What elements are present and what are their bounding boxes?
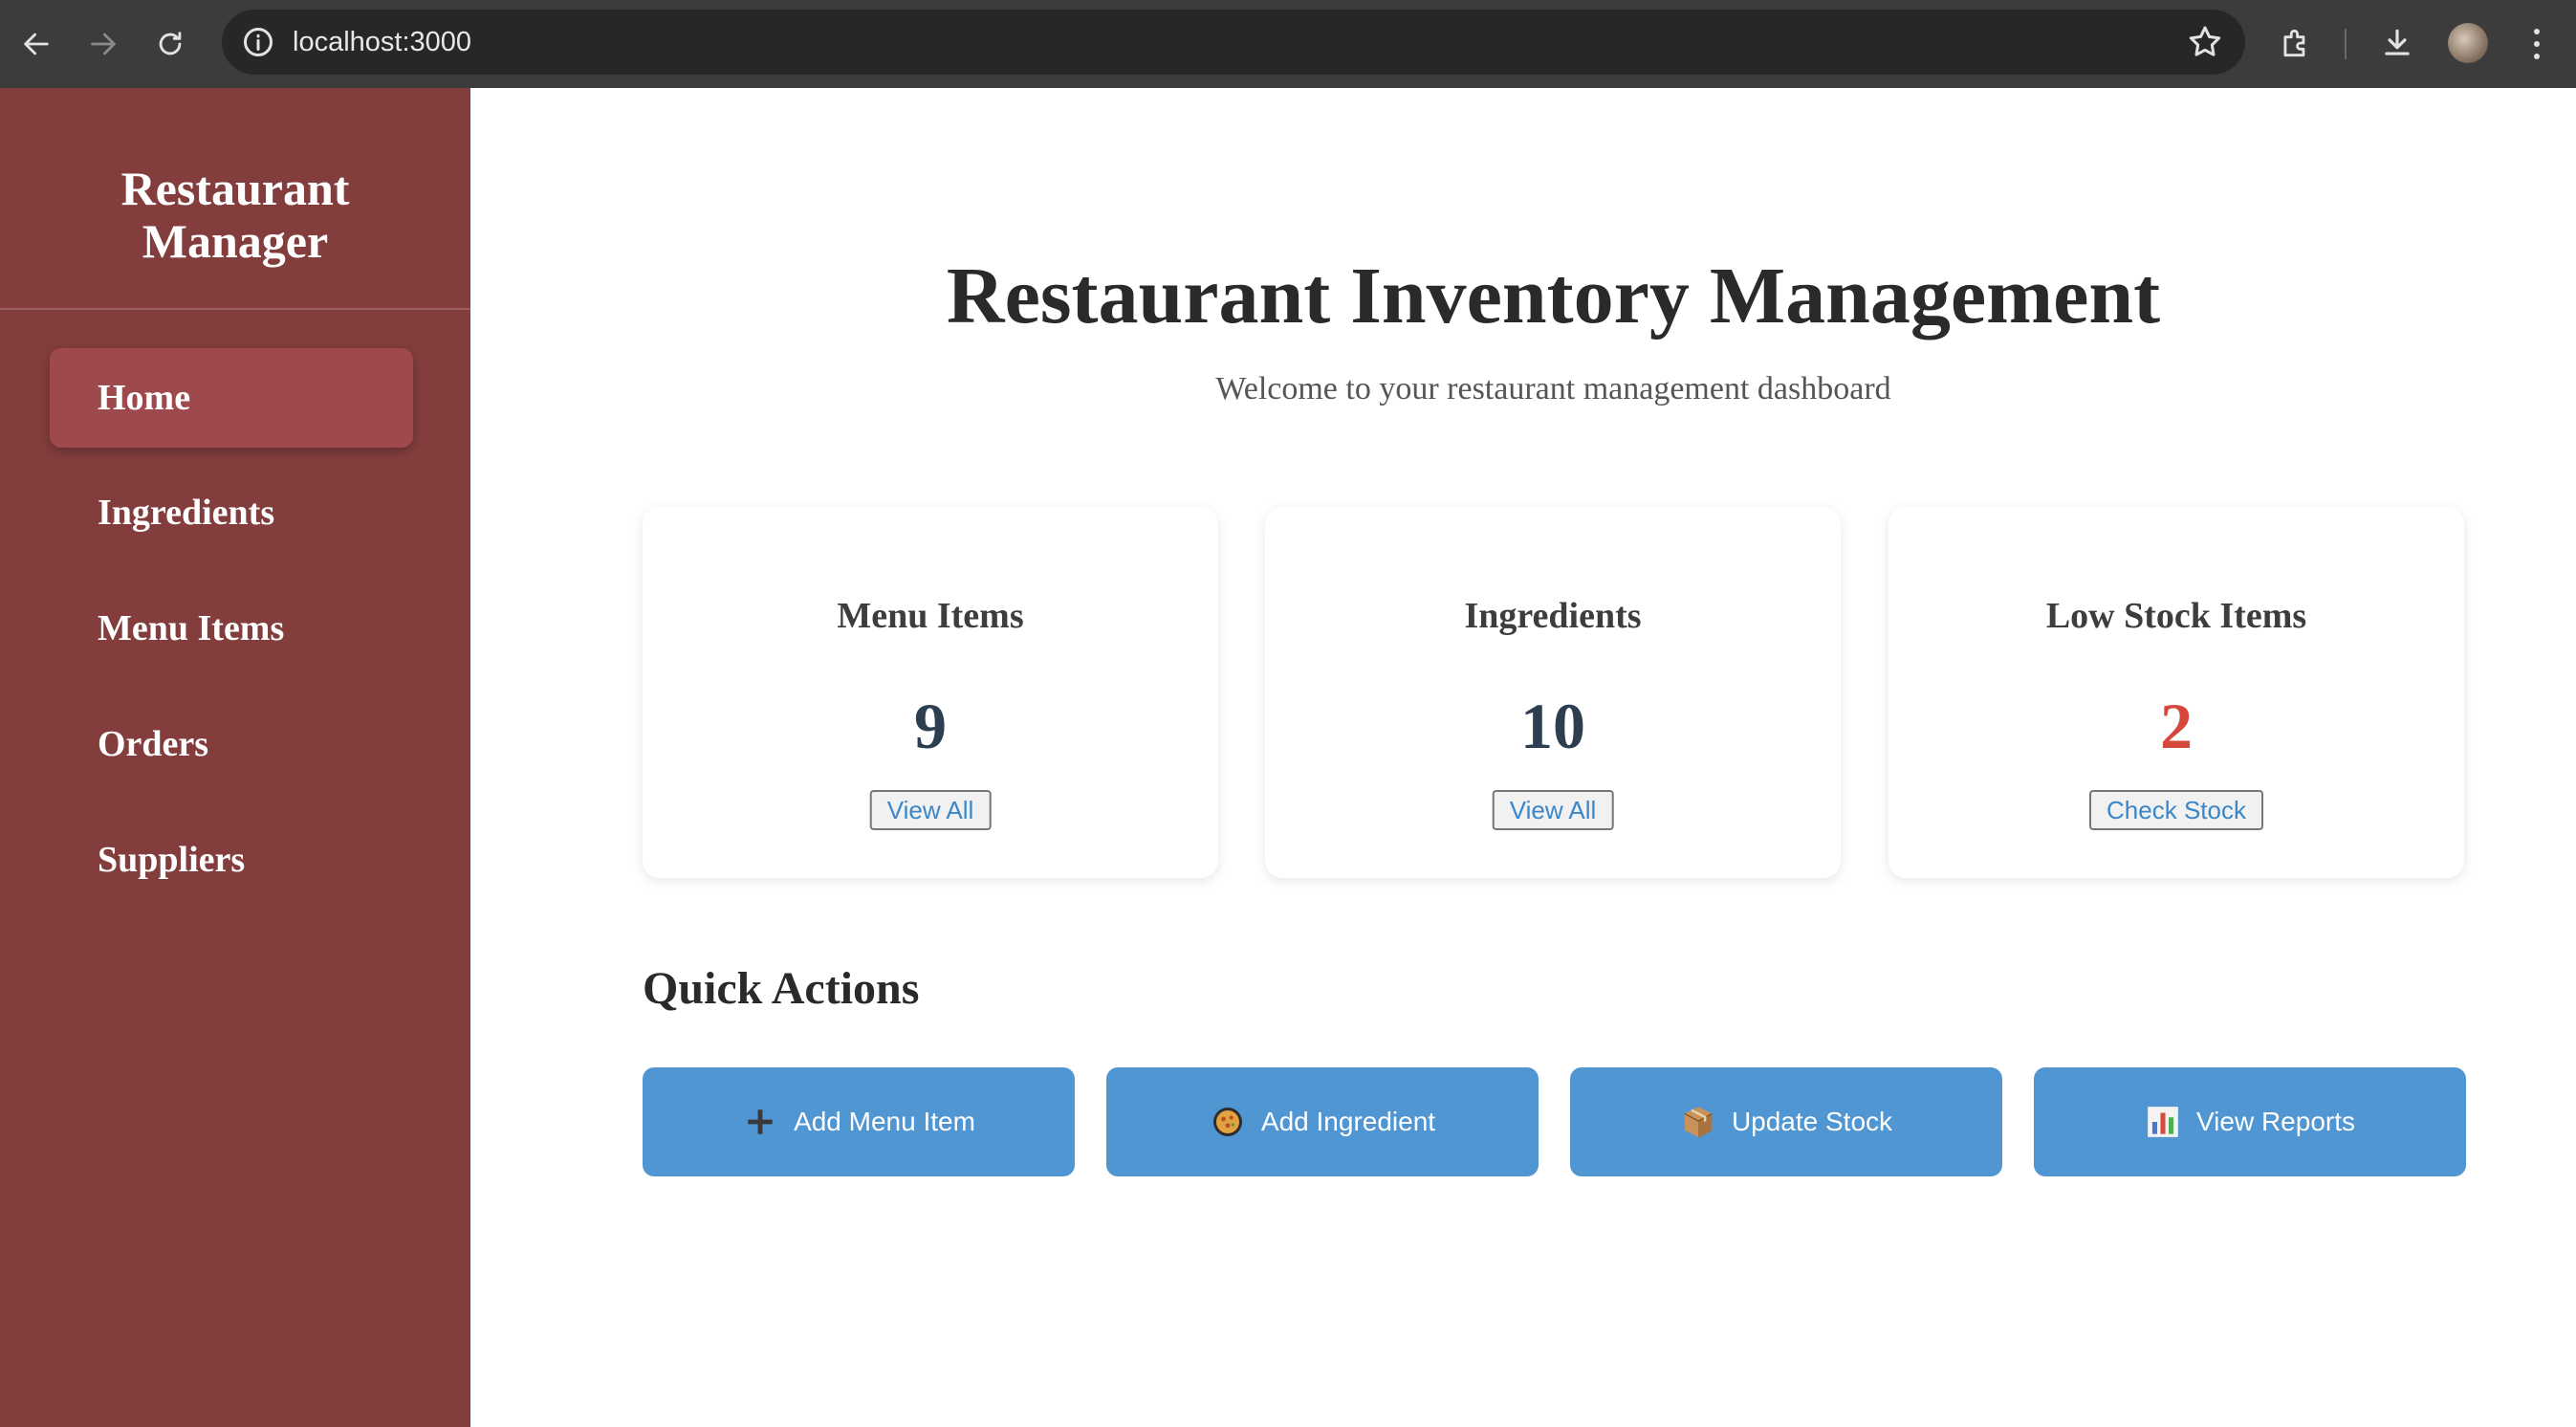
sidebar-item-suppliers[interactable]: Suppliers xyxy=(50,810,413,910)
reload-icon xyxy=(159,32,182,55)
page-subtitle: Welcome to your restaurant management da… xyxy=(1215,371,1891,406)
back-arrow-icon xyxy=(24,33,49,55)
main-content: Restaurant Inventory Management Welcome … xyxy=(470,88,2576,1427)
menu-dot-icon xyxy=(2534,41,2540,47)
back-button[interactable] xyxy=(13,21,59,67)
menu-dot-icon xyxy=(2534,54,2540,59)
sidebar-divider xyxy=(0,308,470,310)
add-ingredient-button[interactable]: Add Ingredient xyxy=(1106,1067,1539,1176)
action-label: Add Menu Item xyxy=(794,1107,975,1136)
brand-line-2: Manager xyxy=(142,214,329,268)
view-all-ingredients-button[interactable]: View All xyxy=(1492,790,1614,830)
forward-arrow-icon xyxy=(91,33,116,55)
bookmark-star-icon[interactable] xyxy=(2186,23,2224,61)
card-title: Low Stock Items xyxy=(2045,596,2307,636)
package-icon xyxy=(1680,1104,1716,1140)
url-text[interactable]: localhost:3000 xyxy=(293,10,471,75)
puzzle-icon xyxy=(2283,29,2305,57)
stat-card-ingredients: Ingredients 10 View All xyxy=(1265,507,1841,878)
sidebar-item-menu-items[interactable]: Menu Items xyxy=(50,579,413,678)
view-all-menu-items-button[interactable]: View All xyxy=(869,790,992,830)
app-brand: Restaurant Manager xyxy=(0,163,470,268)
site-info-icon[interactable] xyxy=(241,25,275,59)
downloads-button[interactable] xyxy=(2377,23,2417,63)
profile-avatar[interactable] xyxy=(2448,23,2488,63)
menu-dot-icon xyxy=(2534,29,2540,34)
card-value: 10 xyxy=(1520,690,1585,762)
bar-chart-icon xyxy=(2145,1104,2181,1140)
extensions-button[interactable] xyxy=(2276,23,2316,63)
sidebar-item-orders[interactable]: Orders xyxy=(50,694,413,794)
view-reports-button[interactable]: View Reports xyxy=(2034,1067,2466,1176)
toolbar-divider xyxy=(2345,29,2347,59)
sidebar: Restaurant Manager Home Ingredients Menu… xyxy=(0,88,470,1427)
stat-card-low-stock: Low Stock Items 2 Check Stock xyxy=(1888,507,2464,878)
card-value-low-stock: 2 xyxy=(2160,690,2193,762)
card-title: Menu Items xyxy=(837,596,1024,636)
forward-button[interactable] xyxy=(80,21,126,67)
action-label: Update Stock xyxy=(1731,1107,1893,1136)
browser-menu-button[interactable] xyxy=(2522,21,2551,67)
check-stock-button[interactable]: Check Stock xyxy=(2089,790,2263,830)
reload-button[interactable] xyxy=(147,21,193,67)
stat-card-menu-items: Menu Items 9 View All xyxy=(643,507,1218,878)
quick-actions-title: Quick Actions xyxy=(643,963,920,1014)
page-title: Restaurant Inventory Management xyxy=(946,252,2161,340)
ingredient-icon xyxy=(1210,1104,1246,1140)
action-label: View Reports xyxy=(2195,1107,2355,1136)
browser-toolbar: localhost:3000 xyxy=(0,0,2576,88)
card-title: Ingredients xyxy=(1464,596,1642,636)
add-menu-item-button[interactable]: Add Menu Item xyxy=(643,1067,1075,1176)
download-icon xyxy=(2385,29,2410,55)
action-label: Add Ingredient xyxy=(1260,1107,1436,1136)
brand-line-1: Restaurant xyxy=(120,162,350,215)
plus-icon xyxy=(742,1104,778,1140)
update-stock-button[interactable]: Update Stock xyxy=(1570,1067,2002,1176)
sidebar-item-home[interactable]: Home xyxy=(50,348,413,448)
card-value: 9 xyxy=(914,690,947,762)
sidebar-item-ingredients[interactable]: Ingredients xyxy=(50,463,413,562)
address-bar[interactable]: localhost:3000 xyxy=(222,10,2245,75)
